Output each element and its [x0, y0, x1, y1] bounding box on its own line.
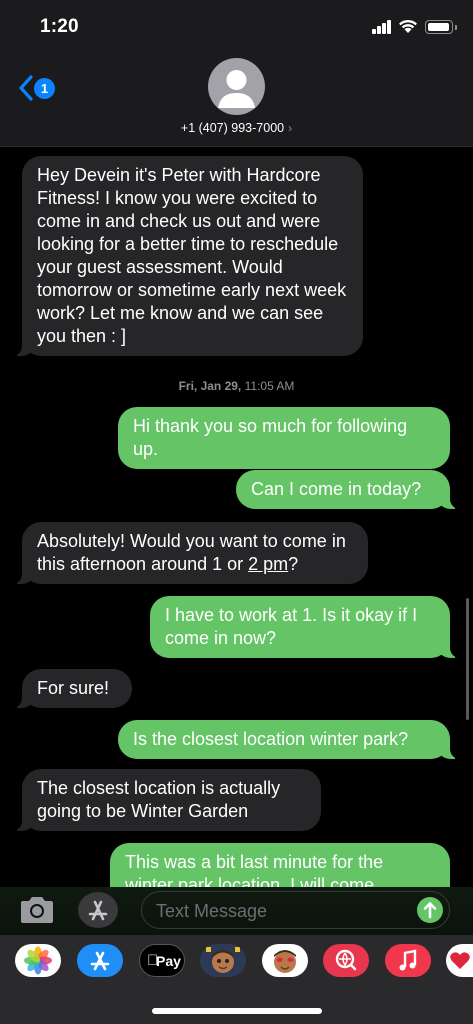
- scroll-indicator[interactable]: [466, 598, 469, 720]
- home-indicator[interactable]: [152, 1008, 322, 1014]
- memoji-icon-1[interactable]: [200, 944, 246, 977]
- image-search-icon[interactable]: [323, 944, 369, 977]
- memoji-icon-2[interactable]: [262, 944, 308, 977]
- message-text: Hey Devein it's Peter with Hardcore Fitn…: [37, 165, 347, 346]
- timestamp-day: Fri, Jan 29,: [178, 379, 242, 393]
- conversation-header: 1:20 1 +1 (407) 993-7000 ›: [0, 0, 473, 147]
- message-text: For sure!: [37, 678, 110, 698]
- message-thread[interactable]: Hey Devein it's Peter with Hardcore Fitn…: [0, 147, 473, 887]
- incoming-message-bubble[interactable]: For sure!: [12, 669, 132, 708]
- message-text: Absolutely! Would you want to come in th…: [37, 531, 346, 574]
- status-bar: 1:20: [0, 0, 473, 54]
- message-input[interactable]: Text Message: [141, 891, 450, 929]
- message-input-placeholder: Text Message: [156, 901, 268, 921]
- detected-time-link[interactable]: 2 pm: [248, 554, 288, 574]
- message-text: This was a bit last minute for the winte…: [125, 852, 384, 887]
- music-icon[interactable]: [385, 944, 431, 977]
- message-timestamp: Fri, Jan 29, 11:05 AM: [0, 379, 473, 393]
- message-text-part: ?: [288, 554, 299, 574]
- arrow-up-icon: [423, 902, 437, 919]
- outgoing-message-bubble[interactable]: Can I come in today?: [236, 470, 460, 509]
- message-text-part: Absolutely! Would you want to come in th…: [37, 531, 346, 574]
- apple-pay-label: Pay: [156, 953, 181, 969]
- apple-pay-icon[interactable]:  Pay: [139, 944, 185, 977]
- battery-icon: [425, 20, 457, 34]
- message-text: Is the closest location winter park?: [133, 729, 409, 749]
- status-time: 1:20: [40, 16, 79, 37]
- outgoing-message-bubble[interactable]: Is the closest location winter park?: [118, 720, 460, 759]
- outgoing-message-bubble[interactable]: This was a bit last minute for the winte…: [110, 843, 450, 887]
- outgoing-message-bubble[interactable]: I have to work at 1. Is it okay if I com…: [150, 596, 460, 658]
- app-store-icon[interactable]: [77, 944, 123, 977]
- camera-icon[interactable]: [18, 895, 56, 925]
- person-silhouette-icon: [218, 70, 255, 108]
- timestamp-time: 11:05 AM: [244, 379, 295, 393]
- message-text: Can I come in today?: [251, 479, 422, 499]
- cellular-signal-icon: [372, 20, 392, 34]
- contact-avatar[interactable]: [208, 58, 265, 115]
- back-chevron-icon[interactable]: [18, 75, 34, 101]
- send-button[interactable]: [417, 897, 443, 923]
- photos-app-icon[interactable]: [15, 944, 61, 977]
- message-text: Hi thank you so much for following up.: [133, 416, 408, 459]
- incoming-message-bubble[interactable]: Hey Devein it's Peter with Hardcore Fitn…: [12, 156, 363, 356]
- contact-number[interactable]: +1 (407) 993-7000: [181, 121, 284, 135]
- app-store-icon: [88, 900, 108, 921]
- unread-count-badge[interactable]: 1: [34, 78, 55, 99]
- contact-chevron-icon: ›: [288, 121, 293, 135]
- heart-app-icon[interactable]: [446, 944, 473, 977]
- contact-name-line[interactable]: +1 (407) 993-7000 ›: [0, 121, 473, 135]
- compose-bar: Text Message: [0, 887, 473, 935]
- outgoing-message-bubble[interactable]: Hi thank you so much for following up.: [118, 407, 450, 469]
- wifi-icon: [399, 19, 417, 33]
- message-text: I have to work at 1. Is it okay if I com…: [165, 605, 418, 648]
- incoming-message-bubble[interactable]: Absolutely! Would you want to come in th…: [12, 522, 368, 584]
- message-text: The closest location is actually going t…: [37, 778, 281, 821]
- app-store-drawer-button[interactable]: [78, 892, 118, 928]
- incoming-message-bubble[interactable]: The closest location is actually going t…: [12, 769, 321, 831]
